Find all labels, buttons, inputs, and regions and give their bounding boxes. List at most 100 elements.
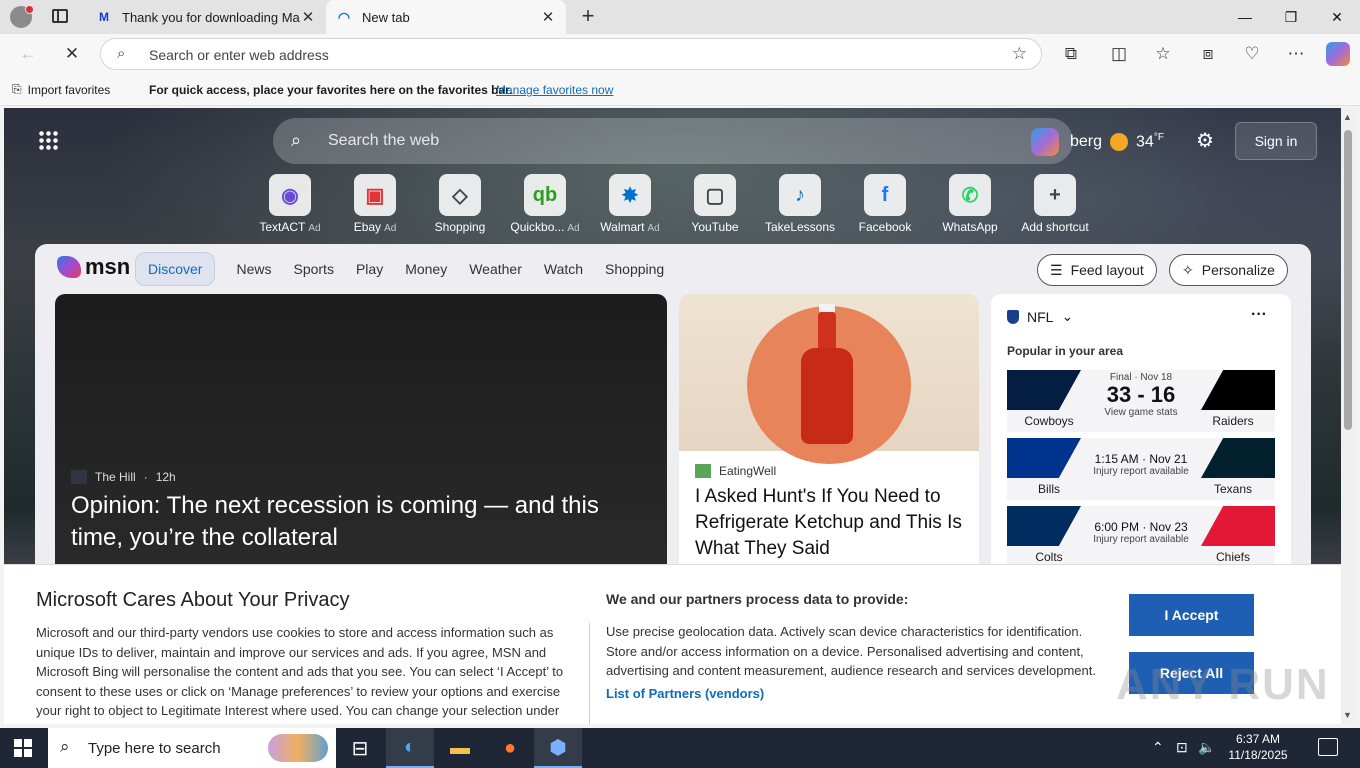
hero-news-card[interactable]: The Hill · 12h Opinion: The next recessi… xyxy=(55,294,667,594)
game-note: View game stats xyxy=(1104,407,1178,418)
shortcut-tile[interactable]: ◉ TextACT Ad xyxy=(245,174,335,234)
food-news-card[interactable]: EatingWell I Asked Hunt's If You Need to… xyxy=(679,294,979,594)
game-row[interactable]: Bills Texans 1:15 AM · Nov 21 Injury report… xyxy=(1007,438,1275,500)
tab-news[interactable]: News xyxy=(225,253,282,285)
partners-link[interactable]: List of Partners (vendors) xyxy=(606,686,764,701)
show-hidden-icons-chevron-icon[interactable]: ⌃ xyxy=(1152,739,1164,756)
address-input[interactable]: Search or enter web address xyxy=(149,47,329,63)
shortcut-tile[interactable]: ✸ Walmart Ad xyxy=(585,174,675,234)
volume-icon[interactable]: 🔈 xyxy=(1198,739,1215,756)
shortcut-tile[interactable]: ◇ Shopping xyxy=(415,174,505,234)
tab-weather[interactable]: Weather xyxy=(458,253,533,285)
sliders-icon: ☰ xyxy=(1050,261,1063,278)
shortcut-tile[interactable]: ▣ Ebay Ad xyxy=(330,174,420,234)
favorites-icon[interactable]: ☆ xyxy=(1151,42,1175,66)
shortcut-label: WhatsApp xyxy=(925,220,1015,234)
accept-button[interactable]: I Accept xyxy=(1129,594,1254,636)
team2-name: Raiders xyxy=(1212,414,1254,428)
app-launcher-icon[interactable] xyxy=(38,130,58,150)
collections-icon[interactable]: ⧈ xyxy=(1196,42,1220,66)
tab-new-tab[interactable]: ◠ New tab ✕ xyxy=(326,0,566,34)
settings-gear-icon[interactable]: ⚙ xyxy=(1196,128,1214,153)
split-screen-icon[interactable]: ◫ xyxy=(1107,42,1131,66)
sign-in-button[interactable]: Sign in xyxy=(1235,122,1317,160)
team1-name: Cowboys xyxy=(1024,414,1074,428)
address-bar[interactable]: ⌕ Search or enter web address ☆ xyxy=(100,38,1042,70)
shortcut-tile[interactable]: qb Quickbo... Ad xyxy=(500,174,590,234)
favorite-star-icon[interactable]: ☆ xyxy=(1012,44,1027,64)
notification-center-icon[interactable] xyxy=(1318,738,1338,756)
firefox-icon[interactable]: ● xyxy=(486,728,534,768)
tab-shopping[interactable]: Shopping xyxy=(594,253,675,285)
taskbar-search-input[interactable]: Type here to search xyxy=(88,740,221,757)
close-window-button[interactable]: ✕ xyxy=(1314,0,1360,34)
feed-layout-button[interactable]: ☰ Feed layout xyxy=(1037,254,1157,286)
team2-name: Texans xyxy=(1213,482,1253,496)
stop-loading-icon[interactable]: ✕ xyxy=(60,42,84,66)
game-row[interactable]: Cowboys Raiders Final · Nov 18 33 - 16 View … xyxy=(1007,370,1275,432)
shortcut-tile[interactable]: ✆ WhatsApp xyxy=(925,174,1015,234)
network-icon[interactable]: ⊡ xyxy=(1176,739,1188,756)
system-clock[interactable]: 6:37 AM 11/18/2025 xyxy=(1224,731,1292,763)
tab-watch[interactable]: Watch xyxy=(533,253,594,285)
team1-logo-icon xyxy=(1007,506,1081,546)
scrollbar-thumb[interactable] xyxy=(1344,130,1352,430)
taskbar-search-box[interactable]: ⌕ Type here to search xyxy=(48,728,336,768)
msn-logo[interactable]: msn xyxy=(57,254,130,280)
copilot-icon[interactable] xyxy=(1031,128,1059,156)
shortcut-tile[interactable]: f Facebook xyxy=(840,174,930,234)
shortcut-label: Quickbo... Ad xyxy=(500,220,590,234)
article-headline[interactable]: I Asked Hunt's If You Need to Refrigerat… xyxy=(695,484,967,562)
divider xyxy=(589,623,590,725)
new-tab-button[interactable]: + xyxy=(576,4,600,28)
more-menu-icon[interactable]: ⋯ xyxy=(1284,42,1308,66)
shortcut-tile[interactable]: + Add shortcut xyxy=(1010,174,1100,234)
game-row[interactable]: Colts Chiefs 6:00 PM · Nov 23 Injury report… xyxy=(1007,506,1275,568)
tab-actions-icon[interactable] xyxy=(52,9,68,23)
windows-start-icon[interactable] xyxy=(14,739,32,757)
web-search-input[interactable]: Search the web xyxy=(328,132,439,150)
tab-malwarebytes[interactable]: M Thank you for downloading Malw ✕ xyxy=(86,0,326,34)
tab-money[interactable]: Money xyxy=(394,253,458,285)
web-search-box[interactable]: ⌕ Search the web xyxy=(273,118,1073,164)
edge-taskbar-icon[interactable]: ◐ xyxy=(386,728,434,768)
team2-logo-icon xyxy=(1201,438,1275,478)
page-scrollbar[interactable]: ▲ ▼ xyxy=(1341,108,1356,724)
import-favorites-label: Import favorites xyxy=(27,82,111,97)
nfl-dropdown[interactable]: NFL ⌄ xyxy=(1007,308,1073,325)
close-tab-icon[interactable]: ✕ xyxy=(540,8,556,26)
shortcut-label: TextACT Ad xyxy=(245,220,335,234)
separator-dot: · xyxy=(143,470,148,484)
shortcut-label: Facebook xyxy=(840,220,930,234)
copilot-icon[interactable] xyxy=(1326,42,1350,66)
extensions-icon[interactable]: ⧉ xyxy=(1059,42,1083,66)
favorites-bar: ⎘ Import favorites For quick access, pla… xyxy=(0,74,1360,106)
tab-sports[interactable]: Sports xyxy=(282,253,344,285)
more-options-icon[interactable]: ··· xyxy=(1251,306,1267,324)
shortcut-tile[interactable]: ♪ TakeLessons xyxy=(755,174,845,234)
task-view-icon[interactable]: ⊟ xyxy=(336,728,384,768)
file-explorer-icon[interactable]: ▬ xyxy=(436,728,484,768)
browser-essentials-icon[interactable]: ♡ xyxy=(1240,42,1264,66)
nfl-scores-card: NFL ⌄ ··· Popular in your area Cowboys Ra… xyxy=(991,294,1291,594)
personalize-button[interactable]: ✧ Personalize xyxy=(1169,254,1288,286)
manage-favorites-link[interactable]: Manage favorites now xyxy=(496,83,613,97)
shortcut-name: Ebay xyxy=(353,220,382,234)
back-arrow-icon[interactable]: ← xyxy=(16,42,40,66)
weather-widget[interactable]: berg 34°F xyxy=(1070,132,1164,151)
shortcut-tile[interactable]: ▢ YouTube xyxy=(670,174,760,234)
scroll-down-icon[interactable]: ▼ xyxy=(1343,710,1352,720)
scroll-up-icon[interactable]: ▲ xyxy=(1343,112,1352,122)
tab-play[interactable]: Play xyxy=(345,253,394,285)
shortcut-name: TakeLessons xyxy=(764,220,836,234)
restore-button[interactable]: ❐ xyxy=(1268,0,1314,34)
installer-app-icon[interactable]: ⬢ xyxy=(534,728,582,768)
close-tab-icon[interactable]: ✕ xyxy=(300,8,316,26)
shortcut-name: YouTube xyxy=(691,220,739,234)
tab-discover[interactable]: Discover xyxy=(135,252,216,286)
article-headline[interactable]: Opinion: The next recession is coming — … xyxy=(71,490,631,554)
team2-name: Chiefs xyxy=(1215,550,1250,564)
import-favorites-button[interactable]: ⎘ Import favorites xyxy=(12,82,110,97)
profile-avatar[interactable] xyxy=(10,5,34,28)
minimize-button[interactable]: — xyxy=(1222,0,1268,34)
